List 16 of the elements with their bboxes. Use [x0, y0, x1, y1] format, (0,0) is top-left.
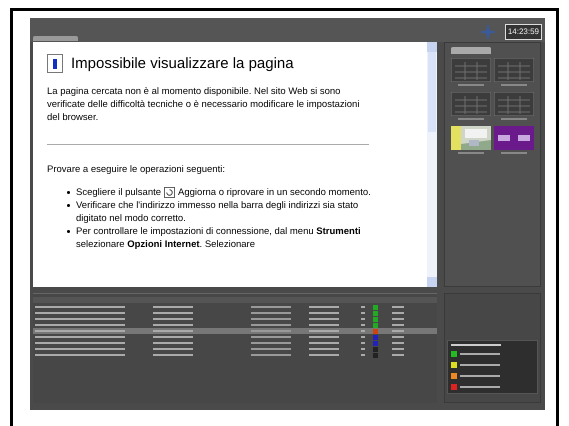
page-title: Impossibile visualizzare la pagina	[71, 54, 294, 72]
thumbnail[interactable]	[494, 126, 534, 150]
thumbnail[interactable]	[450, 58, 491, 82]
list-item-text: Per controllare le impostazioni di connessione, dal menu Strumenti selezionare Opzioni Internet. Selezionare	[76, 225, 362, 251]
thumbnail[interactable]	[494, 92, 534, 116]
intro-paragraph: La pagina cercata non è al momento disponibile. Nel sito Web si sono verificate delle difficoltà tecniche o è necessario modificare le impostazioni del browser.	[47, 85, 360, 124]
info-icon	[47, 54, 63, 73]
thumbnail[interactable]	[450, 92, 491, 116]
clock: 14:23:59	[504, 24, 542, 40]
star-icon	[478, 23, 497, 41]
thumbnail[interactable]	[494, 58, 534, 82]
scrollbar[interactable]	[427, 42, 437, 287]
list-item-text: Scegliere il pulsante	[76, 186, 162, 199]
list-item-text: Verificare che l'indirizzo immesso nella barra degli indirizzi sia stato digitato nel modo corretto.	[76, 199, 360, 225]
prompt-text: Provare a eseguire le operazioni seguenti:	[47, 163, 226, 176]
list-item-text: Aggiorna o riprovare in un secondo momento.	[178, 186, 371, 199]
